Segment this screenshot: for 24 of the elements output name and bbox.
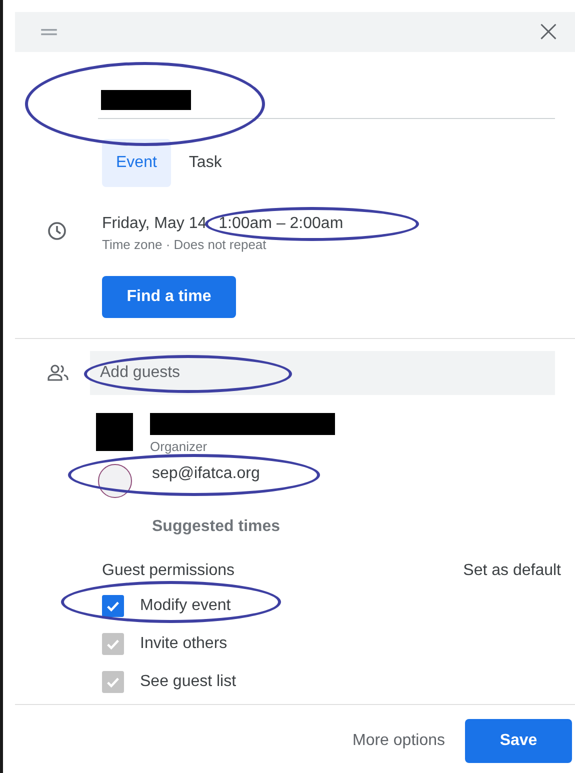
event-time[interactable]: 1:00am – 2:00am bbox=[218, 215, 344, 232]
tab[interactable]: Event bbox=[102, 139, 171, 187]
guest-email: sep@ifatca.org bbox=[152, 465, 260, 483]
checkbox-label: Modify event bbox=[140, 597, 231, 615]
set-default-button[interactable]: Set as default bbox=[463, 562, 561, 580]
clock-icon bbox=[47, 221, 67, 241]
section-heading: Guest permissions bbox=[102, 562, 234, 580]
checkbox[interactable] bbox=[102, 595, 124, 617]
avatar bbox=[98, 464, 132, 498]
more-options-button[interactable]: More options bbox=[352, 732, 445, 750]
tab[interactable]: Task bbox=[172, 139, 238, 187]
save-button[interactable]: Save bbox=[465, 719, 572, 763]
people-icon bbox=[47, 364, 69, 382]
redaction-mark bbox=[96, 413, 133, 451]
find-time-button[interactable]: Find a time bbox=[102, 276, 236, 318]
guest-role: Organizer bbox=[150, 439, 208, 454]
drag-handle-icon[interactable] bbox=[40, 28, 58, 36]
checkbox-label: Invite others bbox=[140, 635, 228, 653]
recurrence-text[interactable]: Time zone · Does not repeat bbox=[102, 237, 344, 252]
checkbox-label: See guest list bbox=[140, 673, 236, 691]
close-button[interactable]: × bbox=[534, 17, 563, 47]
guests-field[interactable]: Add guests bbox=[90, 351, 555, 395]
suggested-times-link[interactable]: Suggested times bbox=[15, 498, 575, 536]
event-date[interactable]: Friday, May 14 bbox=[102, 215, 207, 233]
